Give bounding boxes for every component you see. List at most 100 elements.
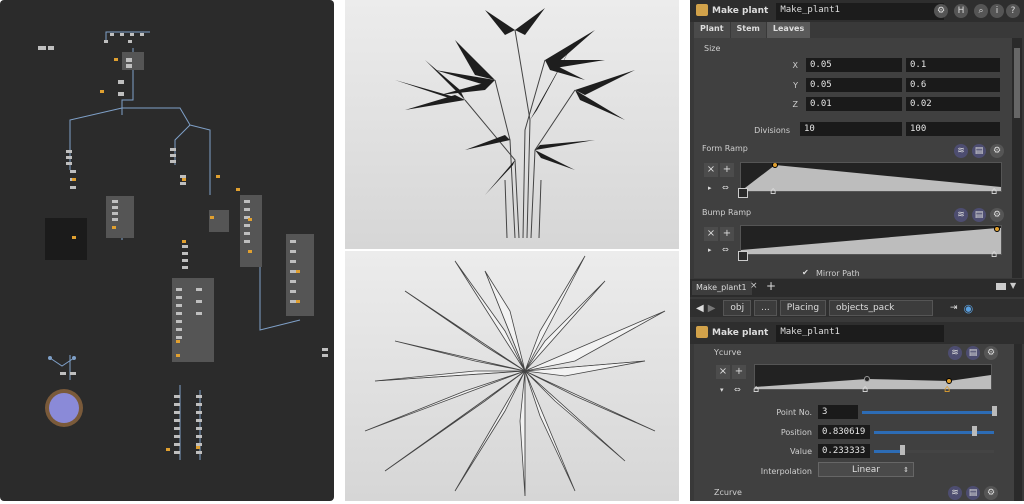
ycurve-ramp-editor[interactable] [754, 364, 992, 390]
node-name-field[interactable]: Make_plant1 [776, 2, 945, 20]
path-crumb-obj[interactable]: obj [723, 300, 752, 316]
ramp-gear-icon[interactable]: ⚙ [984, 346, 998, 360]
position-slider-knob[interactable] [972, 426, 977, 436]
ramp-expand-icon[interactable]: ▸ [708, 184, 712, 192]
question-icon[interactable]: ? [1006, 4, 1020, 18]
pane-layout-icon[interactable] [996, 283, 1006, 290]
size-x-min-field[interactable]: 0.05 [806, 58, 902, 72]
ramp-save-icon[interactable]: ▤ [966, 486, 980, 500]
add-pane-tab-icon[interactable]: + [766, 279, 776, 293]
ramp-fit-icon[interactable]: ⇔ [722, 245, 729, 254]
ramp-preset-icon[interactable]: ≋ [954, 144, 968, 158]
size-z-label: Z [792, 100, 798, 109]
value-slider-knob[interactable] [900, 445, 905, 455]
size-z-min-field[interactable]: 0.01 [806, 97, 902, 111]
position-label: Position [780, 428, 812, 437]
value-slider-fill [874, 450, 902, 453]
viewport-3d-top[interactable] [345, 251, 679, 501]
ramp-add-point-button[interactable]: + [720, 227, 734, 241]
plant-preview-top [364, 255, 666, 497]
network-box [45, 218, 87, 260]
node-type-icon [696, 326, 708, 338]
size-y-max-field[interactable]: 0.6 [906, 78, 1000, 92]
form-ramp-label: Form Ramp [702, 144, 748, 153]
size-y-min-field[interactable]: 0.05 [806, 78, 902, 92]
gear-icon[interactable]: ⚙ [934, 4, 948, 18]
point-no-slider-knob[interactable] [992, 406, 997, 416]
ramp-point-handle[interactable] [738, 251, 748, 261]
ramp-point-handle[interactable]: ⌂ [991, 186, 997, 197]
pane-tab-make-plant[interactable]: Make_plant1 [692, 281, 752, 295]
form-ramp-editor[interactable] [740, 162, 1002, 192]
ramp-collapse-icon[interactable]: ▾ [720, 386, 724, 394]
interpolation-label: Interpolation [760, 467, 812, 476]
point-no-label: Point No. [776, 408, 812, 417]
ramp-preset-icon[interactable]: ≋ [954, 208, 968, 222]
ramp-save-icon[interactable]: ▤ [972, 144, 986, 158]
value-field[interactable]: 0.233333 [818, 444, 870, 458]
ramp-save-icon[interactable]: ▤ [966, 346, 980, 360]
pane-tab-close-icon[interactable]: × [750, 281, 758, 291]
search-icon[interactable]: ⌕ [974, 4, 988, 18]
ramp-preset-icon[interactable]: ≋ [948, 346, 962, 360]
pin-icon[interactable]: ⇥ [950, 303, 958, 313]
point-no-slider[interactable] [862, 411, 994, 414]
pane-menu-icon[interactable]: ▼ [1010, 281, 1016, 290]
path-crumb-placing[interactable]: Placing [779, 300, 827, 316]
ramp-add-point-button[interactable]: + [720, 163, 734, 177]
ramp-point-handle[interactable]: ⌂ [753, 384, 759, 395]
ramp-gear-icon[interactable]: ⚙ [990, 144, 1004, 158]
divisions-min-field[interactable]: 10 [800, 122, 902, 136]
ramp-gear-icon[interactable]: ⚙ [984, 486, 998, 500]
node-type-label: Make plant [712, 6, 769, 16]
path-crumb-objects-pack[interactable]: objects_pack [829, 300, 934, 316]
ramp-fit-icon[interactable]: ⇔ [734, 385, 741, 394]
ramp-delete-point-button[interactable]: × [704, 227, 718, 241]
ramp-save-icon[interactable]: ▤ [972, 208, 986, 222]
ramp-point-handle-selected[interactable]: ⌂ [944, 384, 950, 395]
size-section-label: Size [704, 44, 721, 53]
param-header: Make plant Make_plant1 ⚙ H ⌕ i ? [690, 0, 1024, 22]
parameter-panel: Make plant Make_plant1 ⚙ H ⌕ i ? Plant S… [690, 0, 1024, 501]
size-x-label: X [792, 61, 798, 70]
help-h-icon[interactable]: H [954, 4, 968, 18]
ramp-expand-icon[interactable]: ▸ [708, 246, 712, 254]
zcurve-label: Zcurve [714, 488, 742, 497]
path-bar: ◀ ▶ obj ... Placing objects_pack ⇥ ◉ [690, 299, 1024, 317]
path-crumb-ellipsis[interactable]: ... [754, 300, 777, 316]
network-box [209, 210, 229, 232]
value-label: Value [790, 447, 812, 456]
position-field[interactable]: 0.830619 [818, 425, 870, 439]
divisions-max-field[interactable]: 100 [906, 122, 1000, 136]
size-x-max-field[interactable]: 0.1 [906, 58, 1000, 72]
node-name-field[interactable]: Make_plant1 [776, 324, 945, 342]
viewport-3d-perspective[interactable] [345, 0, 679, 249]
size-z-max-field[interactable]: 0.02 [906, 97, 1000, 111]
ramp-point-handle[interactable]: ⌂ [862, 384, 868, 395]
tab-stem[interactable]: Stem [730, 22, 766, 38]
ramp-point-handle[interactable]: ⌂ [991, 249, 997, 260]
mirror-path-checkbox[interactable]: ✔ [802, 268, 809, 277]
node-graph[interactable] [0, 0, 334, 501]
ramp-delete-point-button[interactable]: × [716, 365, 730, 379]
form-ramp-curve [741, 162, 1001, 191]
ramp-point-handle[interactable]: ⌂ [770, 186, 776, 197]
ramp-preset-icon[interactable]: ≋ [948, 486, 962, 500]
link-icon[interactable]: ◉ [964, 302, 974, 315]
tab-leaves[interactable]: Leaves [766, 22, 811, 38]
forward-arrow-icon[interactable]: ▶ [708, 303, 716, 314]
param-scrollbar[interactable] [1012, 38, 1022, 278]
back-arrow-icon[interactable]: ◀ [696, 303, 704, 314]
ramp-add-point-button[interactable]: + [732, 365, 746, 379]
bump-ramp-editor[interactable] [740, 225, 1002, 255]
info-icon[interactable]: i [990, 4, 1004, 18]
ramp-fit-icon[interactable]: ⇔ [722, 183, 729, 192]
ramp-gear-icon[interactable]: ⚙ [990, 208, 1004, 222]
tab-plant[interactable]: Plant [694, 22, 730, 38]
network-editor[interactable] [0, 0, 334, 501]
point-no-field[interactable]: 3 [818, 405, 858, 419]
ramp-point-handle[interactable] [738, 188, 748, 198]
ramp-delete-point-button[interactable]: × [704, 163, 718, 177]
interpolation-dropdown[interactable]: Linear ⇕ [818, 462, 914, 477]
param-scrollbar[interactable] [1014, 344, 1022, 501]
